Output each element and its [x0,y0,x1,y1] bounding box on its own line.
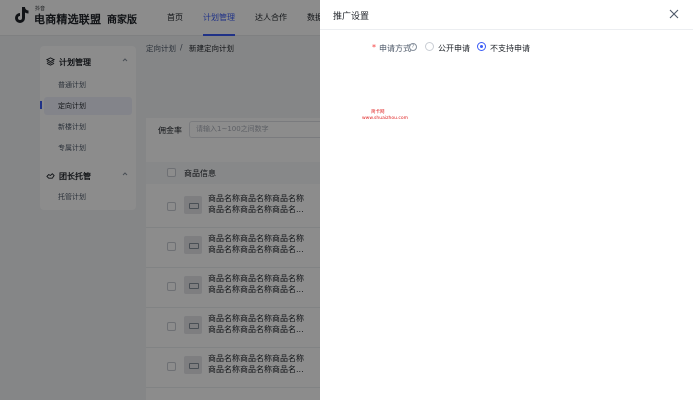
watermark-url: www.shuaizhou.com [362,116,408,121]
radio-no-application[interactable] [477,42,486,51]
required-mark: * [372,43,376,52]
drawer-mask[interactable] [0,0,320,400]
drawer-header: 推广设置 [320,0,693,30]
watermark-title: 简卡网 [371,110,385,115]
radio-public-application-label[interactable]: 公开申请 [438,43,470,54]
radio-public-application[interactable] [425,42,434,51]
close-icon[interactable] [669,9,679,19]
help-icon[interactable]: ? [409,43,417,51]
promotion-settings-drawer: 推广设置 * 申请方式 ? 公开申请 不支持申请 简卡网 www.shuaizh… [320,0,693,400]
drawer-title: 推广设置 [333,12,370,22]
application-method-label: 申请方式 [379,44,411,53]
radio-no-application-label[interactable]: 不支持申请 [490,43,530,54]
